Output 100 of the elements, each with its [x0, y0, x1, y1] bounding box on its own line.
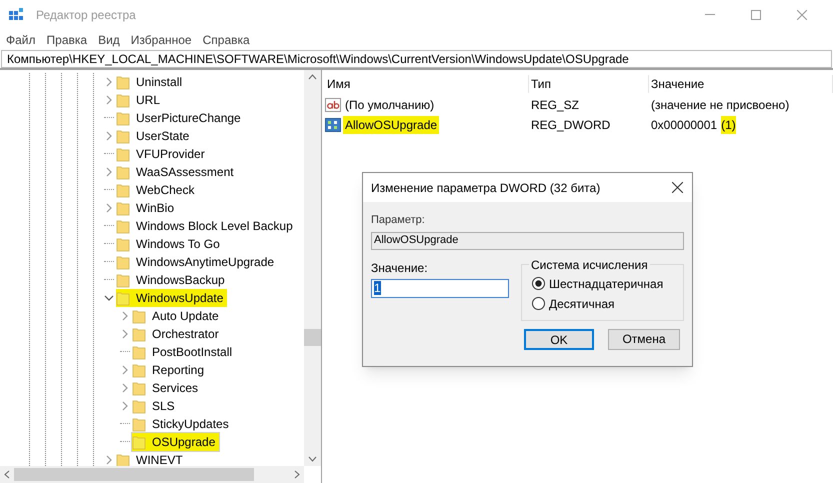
- column-header[interactable]: Имя: [325, 75, 529, 93]
- tree-item[interactable]: StickyUpdates: [132, 415, 233, 433]
- tree-item[interactable]: Auto Update: [132, 307, 223, 325]
- value-name[interactable]: (По умолчанию): [343, 96, 436, 114]
- folder-icon: [116, 236, 130, 252]
- chevron-right-icon[interactable]: [104, 455, 114, 465]
- vertical-scrollbar[interactable]: [304, 70, 321, 466]
- value-type: REG_SZ: [530, 97, 580, 114]
- scroll-thumb[interactable]: [14, 468, 254, 481]
- tree-item[interactable]: UserPictureChange: [116, 109, 245, 127]
- tree-item[interactable]: WindowsBackup: [116, 271, 229, 289]
- folder-icon: [116, 200, 130, 216]
- chevron-right-icon[interactable]: [120, 401, 130, 411]
- scroll-up-icon[interactable]: [308, 74, 317, 80]
- menu-item[interactable]: Вид: [98, 31, 120, 49]
- tree-item[interactable]: Services: [132, 379, 202, 397]
- chevron-right-icon[interactable]: [104, 77, 114, 87]
- tree-item[interactable]: OSUpgrade: [132, 433, 220, 451]
- tree-item-label: Orchestrator: [152, 326, 219, 343]
- tree-item-label: StickyUpdates: [152, 416, 229, 433]
- close-icon: [672, 182, 682, 193]
- column-header[interactable]: Значение: [649, 75, 833, 93]
- tree-item[interactable]: Windows To Go: [116, 235, 224, 253]
- cancel-button[interactable]: Отмена: [608, 328, 680, 350]
- tree-item[interactable]: PostBootInstall: [132, 343, 236, 361]
- chevron-right-icon[interactable]: [120, 311, 130, 321]
- menu-item[interactable]: Файл: [6, 31, 36, 49]
- value-field[interactable]: 1: [371, 278, 509, 298]
- chevron-right-icon[interactable]: [104, 95, 114, 105]
- folder-icon: [116, 146, 130, 162]
- folder-icon: [132, 416, 146, 432]
- menu-item[interactable]: Избранное: [130, 31, 192, 49]
- dialog-title: Изменение параметра DWORD (32 бита): [371, 180, 600, 196]
- tree-item[interactable]: WaaSAssessment: [116, 163, 238, 181]
- radio-option[interactable]: Десятичная: [532, 294, 673, 314]
- tree-item[interactable]: Windows Block Level Backup: [116, 217, 297, 235]
- tree-item-label: UserState: [136, 128, 190, 145]
- close-icon: [797, 10, 807, 20]
- scroll-left-icon[interactable]: [4, 470, 10, 479]
- column-header[interactable]: Тип: [529, 75, 649, 93]
- value-name[interactable]: AllowOSUpgrade: [343, 116, 440, 134]
- tree-item-label: WINEVT: [136, 452, 183, 466]
- base-group-label: Система исчисления: [530, 256, 649, 274]
- radio-option[interactable]: Шестнадцатеричная: [532, 274, 673, 294]
- folder-icon: [132, 380, 146, 396]
- folder-icon: [132, 398, 146, 414]
- tree-item[interactable]: Uninstall: [116, 73, 186, 91]
- folder-icon: [132, 326, 146, 342]
- ok-button[interactable]: OK: [524, 328, 594, 350]
- tree-item-label: WinBio: [136, 200, 174, 217]
- minimize-icon: [705, 14, 715, 16]
- radio-button[interactable]: [532, 297, 545, 310]
- tree-item[interactable]: WebCheck: [116, 181, 198, 199]
- value-label: Значение:: [371, 260, 429, 276]
- tree-item[interactable]: Reporting: [132, 361, 208, 379]
- folder-icon: [116, 92, 130, 108]
- folder-icon: [116, 128, 130, 144]
- tree-item-label: OSUpgrade: [152, 434, 216, 451]
- tree-item-label: WaaSAssessment: [136, 164, 234, 181]
- radio-button[interactable]: [532, 277, 545, 290]
- menu-item[interactable]: Справка: [202, 31, 250, 49]
- chevron-right-icon[interactable]: [120, 383, 130, 393]
- chevron-down-icon[interactable]: [104, 293, 114, 303]
- tree-item[interactable]: Orchestrator: [132, 325, 223, 343]
- folder-icon: [116, 182, 130, 198]
- parameter-label: Параметр:: [371, 213, 426, 228]
- folder-icon: [132, 308, 146, 324]
- tree-item[interactable]: VFUProvider: [116, 145, 209, 163]
- parameter-field: AllowOSUpgrade: [371, 232, 684, 250]
- chevron-right-icon[interactable]: [104, 131, 114, 141]
- tree-item-label: Services: [152, 380, 198, 397]
- tree-item[interactable]: WinBio: [116, 199, 178, 217]
- value-type: REG_DWORD: [530, 117, 612, 134]
- tree-item[interactable]: WINEVT: [116, 451, 187, 466]
- value-data: 0x00000001: [651, 117, 718, 134]
- scroll-down-icon[interactable]: [308, 456, 317, 462]
- maximize-icon: [751, 10, 761, 20]
- menu-item[interactable]: Правка: [46, 31, 88, 49]
- scroll-right-icon[interactable]: [294, 470, 300, 479]
- address-bar[interactable]: Компьютер\HKEY_LOCAL_MACHINE\SOFTWARE\Microsoft\Windows\CurrentVersion\WindowsUpdate\OSUpgrade: [1, 50, 832, 68]
- tree-item[interactable]: UserState: [116, 127, 194, 145]
- tree-item[interactable]: WindowsAnytimeUpgrade: [116, 253, 278, 271]
- tree-item[interactable]: WindowsUpdate: [116, 289, 228, 307]
- value-data: (значение не присвоено): [651, 97, 790, 114]
- chevron-right-icon[interactable]: [104, 203, 114, 213]
- folder-icon: [116, 164, 130, 180]
- folder-icon: [116, 218, 130, 234]
- value-decimal: (1): [721, 116, 736, 134]
- chevron-right-icon[interactable]: [120, 329, 130, 339]
- tree-item[interactable]: URL: [116, 91, 164, 109]
- tree-item-label: SLS: [152, 398, 175, 415]
- chevron-right-icon[interactable]: [120, 365, 130, 375]
- tree-item-label: Auto Update: [152, 308, 219, 325]
- tree-item-label: UserPictureChange: [136, 110, 241, 127]
- scroll-thumb[interactable]: [304, 329, 321, 346]
- folder-icon: [116, 74, 130, 90]
- string-value-icon: [325, 98, 341, 112]
- tree-item[interactable]: SLS: [132, 397, 179, 415]
- chevron-right-icon[interactable]: [104, 167, 114, 177]
- horizontal-scrollbar[interactable]: [0, 466, 304, 483]
